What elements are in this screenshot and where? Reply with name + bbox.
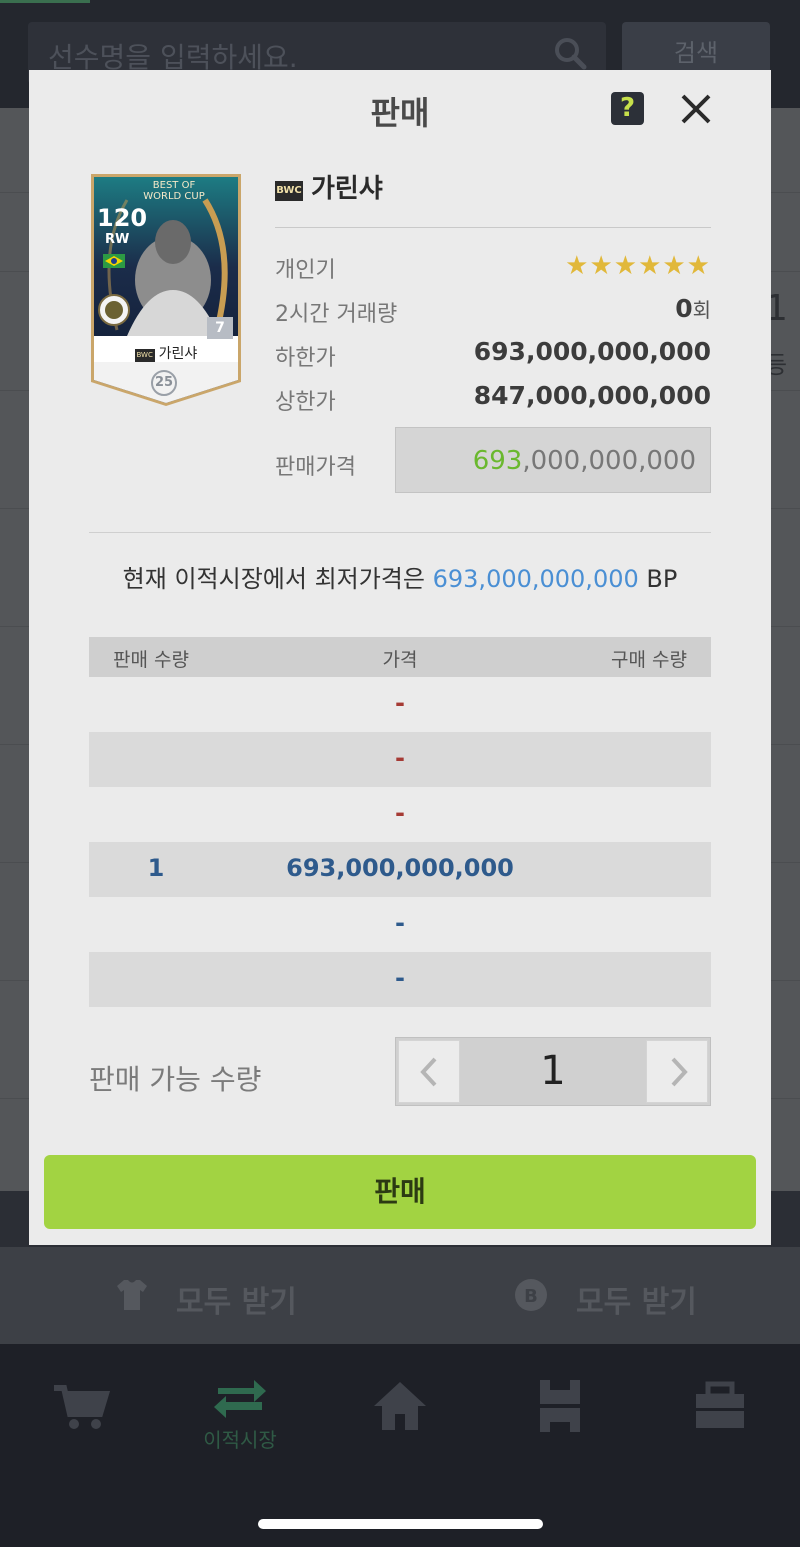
cart-icon [54, 1385, 110, 1429]
max-price-value: 847,000,000,000 [473, 381, 711, 410]
player-card[interactable]: BEST OF WORLD CUP 120 RW 7 BWC 가린샤 25 [87, 160, 245, 410]
player-name-row: BWC 가린샤 [275, 168, 383, 205]
jersey-icon [117, 1280, 147, 1310]
home-indicator [258, 1519, 543, 1529]
table-row: - [89, 897, 711, 952]
card-player-name: 가린샤 [158, 346, 198, 362]
quantity-value: 1 [540, 1048, 566, 1094]
row-price: 693,000,000,000 [286, 854, 514, 882]
row-price: - [395, 964, 405, 992]
increment-button[interactable] [646, 1040, 708, 1103]
header-buy-qty: 구매 수량 [611, 649, 687, 671]
decrement-button[interactable] [398, 1040, 460, 1103]
volume-unit: 회 [692, 298, 711, 322]
nav-shop[interactable] [40, 1376, 120, 1466]
search-icon [555, 38, 587, 70]
sell-button[interactable]: 판매 [44, 1155, 756, 1229]
table-row: - [89, 787, 711, 842]
briefcase-icon [696, 1381, 744, 1428]
popularity-stars: ★★★★★★ [565, 251, 711, 281]
min-price-label: 하한가 [275, 346, 336, 371]
card-series: BEST OF WORLD CUP [143, 180, 205, 202]
popularity-label: 개인기 [275, 258, 336, 283]
player-name: 가린샤 [311, 174, 383, 204]
nav-transfer-label: 이적시장 [203, 1428, 277, 1452]
divider [275, 227, 711, 228]
min-price-value: 693,000,000,000 [473, 337, 711, 366]
table-row: 1 693,000,000,000 [89, 842, 711, 897]
dialog-title: 판매 [370, 94, 430, 132]
card-position: RW [105, 232, 130, 247]
lowest-price-prefix: 현재 이적시장에서 최저가격은 [122, 565, 425, 593]
card-season-tag: BWC [134, 349, 155, 362]
row-price: - [395, 909, 405, 937]
lowest-price-value: 693,000,000,000 [432, 565, 639, 593]
sell-price-highlight: 693 [472, 446, 523, 476]
claim-all-bp-button[interactable]: 모두 받기 [576, 1277, 697, 1321]
volume-value-row: 0회 [675, 294, 711, 323]
order-table-header: 판매 수량 가격 구매 수량 [89, 637, 711, 677]
card-overall: 120 [97, 204, 148, 232]
chevron-left-icon [420, 1057, 437, 1087]
row-price: - [395, 689, 405, 717]
volume-label: 2시간 거래량 [275, 302, 398, 327]
home-icon [374, 1382, 426, 1430]
table-row: - [89, 732, 711, 787]
table-row: - [89, 952, 711, 1007]
lowest-price-notice: 현재 이적시장에서 최저가격은 693,000,000,000 BP [29, 559, 771, 594]
table-row: - [89, 677, 711, 732]
sellable-quantity-label: 판매 가능 수량 [89, 1063, 262, 1096]
row-price: - [395, 799, 405, 827]
row-price: - [395, 744, 405, 772]
volume-value: 0 [675, 294, 693, 323]
lowest-price-unit: BP [646, 565, 678, 593]
sell-price-input[interactable]: 693,000,000,000 [395, 427, 711, 493]
max-price-label: 상한가 [275, 390, 336, 415]
card-name-row: BWC 가린샤 [87, 343, 245, 363]
tab-indicator [0, 0, 90, 3]
claim-bar: 모두 받기 B 모두 받기 [0, 1247, 800, 1344]
chevron-right-icon [671, 1057, 688, 1087]
sell-dialog: 판매 ? BEST OF WORLD CUP 120 RW 7 BWC 가린샤 … [29, 70, 771, 1245]
claim-all-items-button[interactable]: 모두 받기 [176, 1277, 297, 1321]
bp-coin-icon: B [515, 1279, 547, 1311]
pitch-icon [540, 1380, 580, 1432]
nav-transfer-market[interactable]: 이적시장 [200, 1376, 280, 1466]
bottom-nav: 이적시장 [0, 1344, 800, 1547]
help-icon[interactable]: ? [611, 92, 644, 125]
nav-club[interactable] [680, 1376, 760, 1466]
svg-text:B: B [524, 1286, 538, 1307]
sell-price-rest: ,000,000,000 [522, 446, 696, 476]
nav-home[interactable] [360, 1376, 440, 1466]
season-tag: BWC [275, 181, 303, 201]
nav-squad[interactable] [520, 1376, 600, 1466]
sell-price-label: 판매가격 [275, 455, 356, 480]
close-icon[interactable] [677, 90, 715, 128]
divider [89, 532, 711, 533]
card-badge: 7 [207, 317, 233, 339]
card-level: 25 [151, 370, 177, 396]
transfer-arrows-icon [214, 1380, 266, 1418]
quantity-stepper: 1 [395, 1037, 711, 1106]
